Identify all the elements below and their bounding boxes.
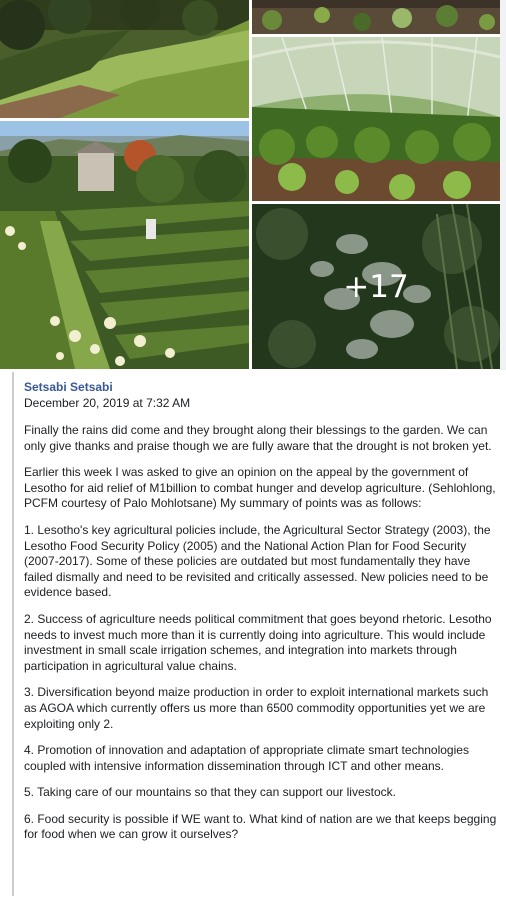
post-paragraph: 6. Food security is possible if WE want …	[24, 811, 497, 842]
photo-greenhouse[interactable]	[252, 37, 500, 201]
post-paragraph: 2. Success of agriculture needs politica…	[24, 611, 492, 673]
post-paragraph: 5. Taking care of our mountains so that …	[24, 785, 396, 800]
post-author[interactable]: Setsabi Setsabi	[24, 380, 113, 394]
photo-garden-path-image	[0, 0, 249, 118]
photo-seedlings-image	[252, 0, 500, 34]
photo-seedlings[interactable]	[252, 0, 500, 34]
post-paragraph: 1. Lesotho's key agricultural policies i…	[24, 522, 491, 600]
photo-herbs-more[interactable]: +17	[252, 204, 500, 369]
post-paragraph: 4. Promotion of innovation and adaptatio…	[24, 743, 469, 773]
post-timestamp[interactable]: December 20, 2019 at 7:32 AM	[24, 396, 190, 410]
post-paragraph: Finally the rains did come and they brou…	[24, 423, 492, 453]
photo-garden-path[interactable]	[0, 0, 249, 118]
photo-vegetable-garden[interactable]	[0, 121, 249, 369]
post-block: Setsabi Setsabi December 20, 2019 at 7:3…	[12, 372, 506, 896]
more-photos-count[interactable]: +17	[252, 204, 500, 369]
photo-vegetable-garden-image	[0, 121, 249, 369]
post-paragraph: 3. Diversification beyond maize producti…	[24, 685, 489, 731]
gallery-edge	[500, 0, 506, 370]
post-paragraph: Earlier this week I was asked to give an…	[24, 465, 496, 511]
photo-greenhouse-image	[252, 37, 500, 201]
post-body: Finally the rains did come and they brou…	[24, 423, 498, 854]
